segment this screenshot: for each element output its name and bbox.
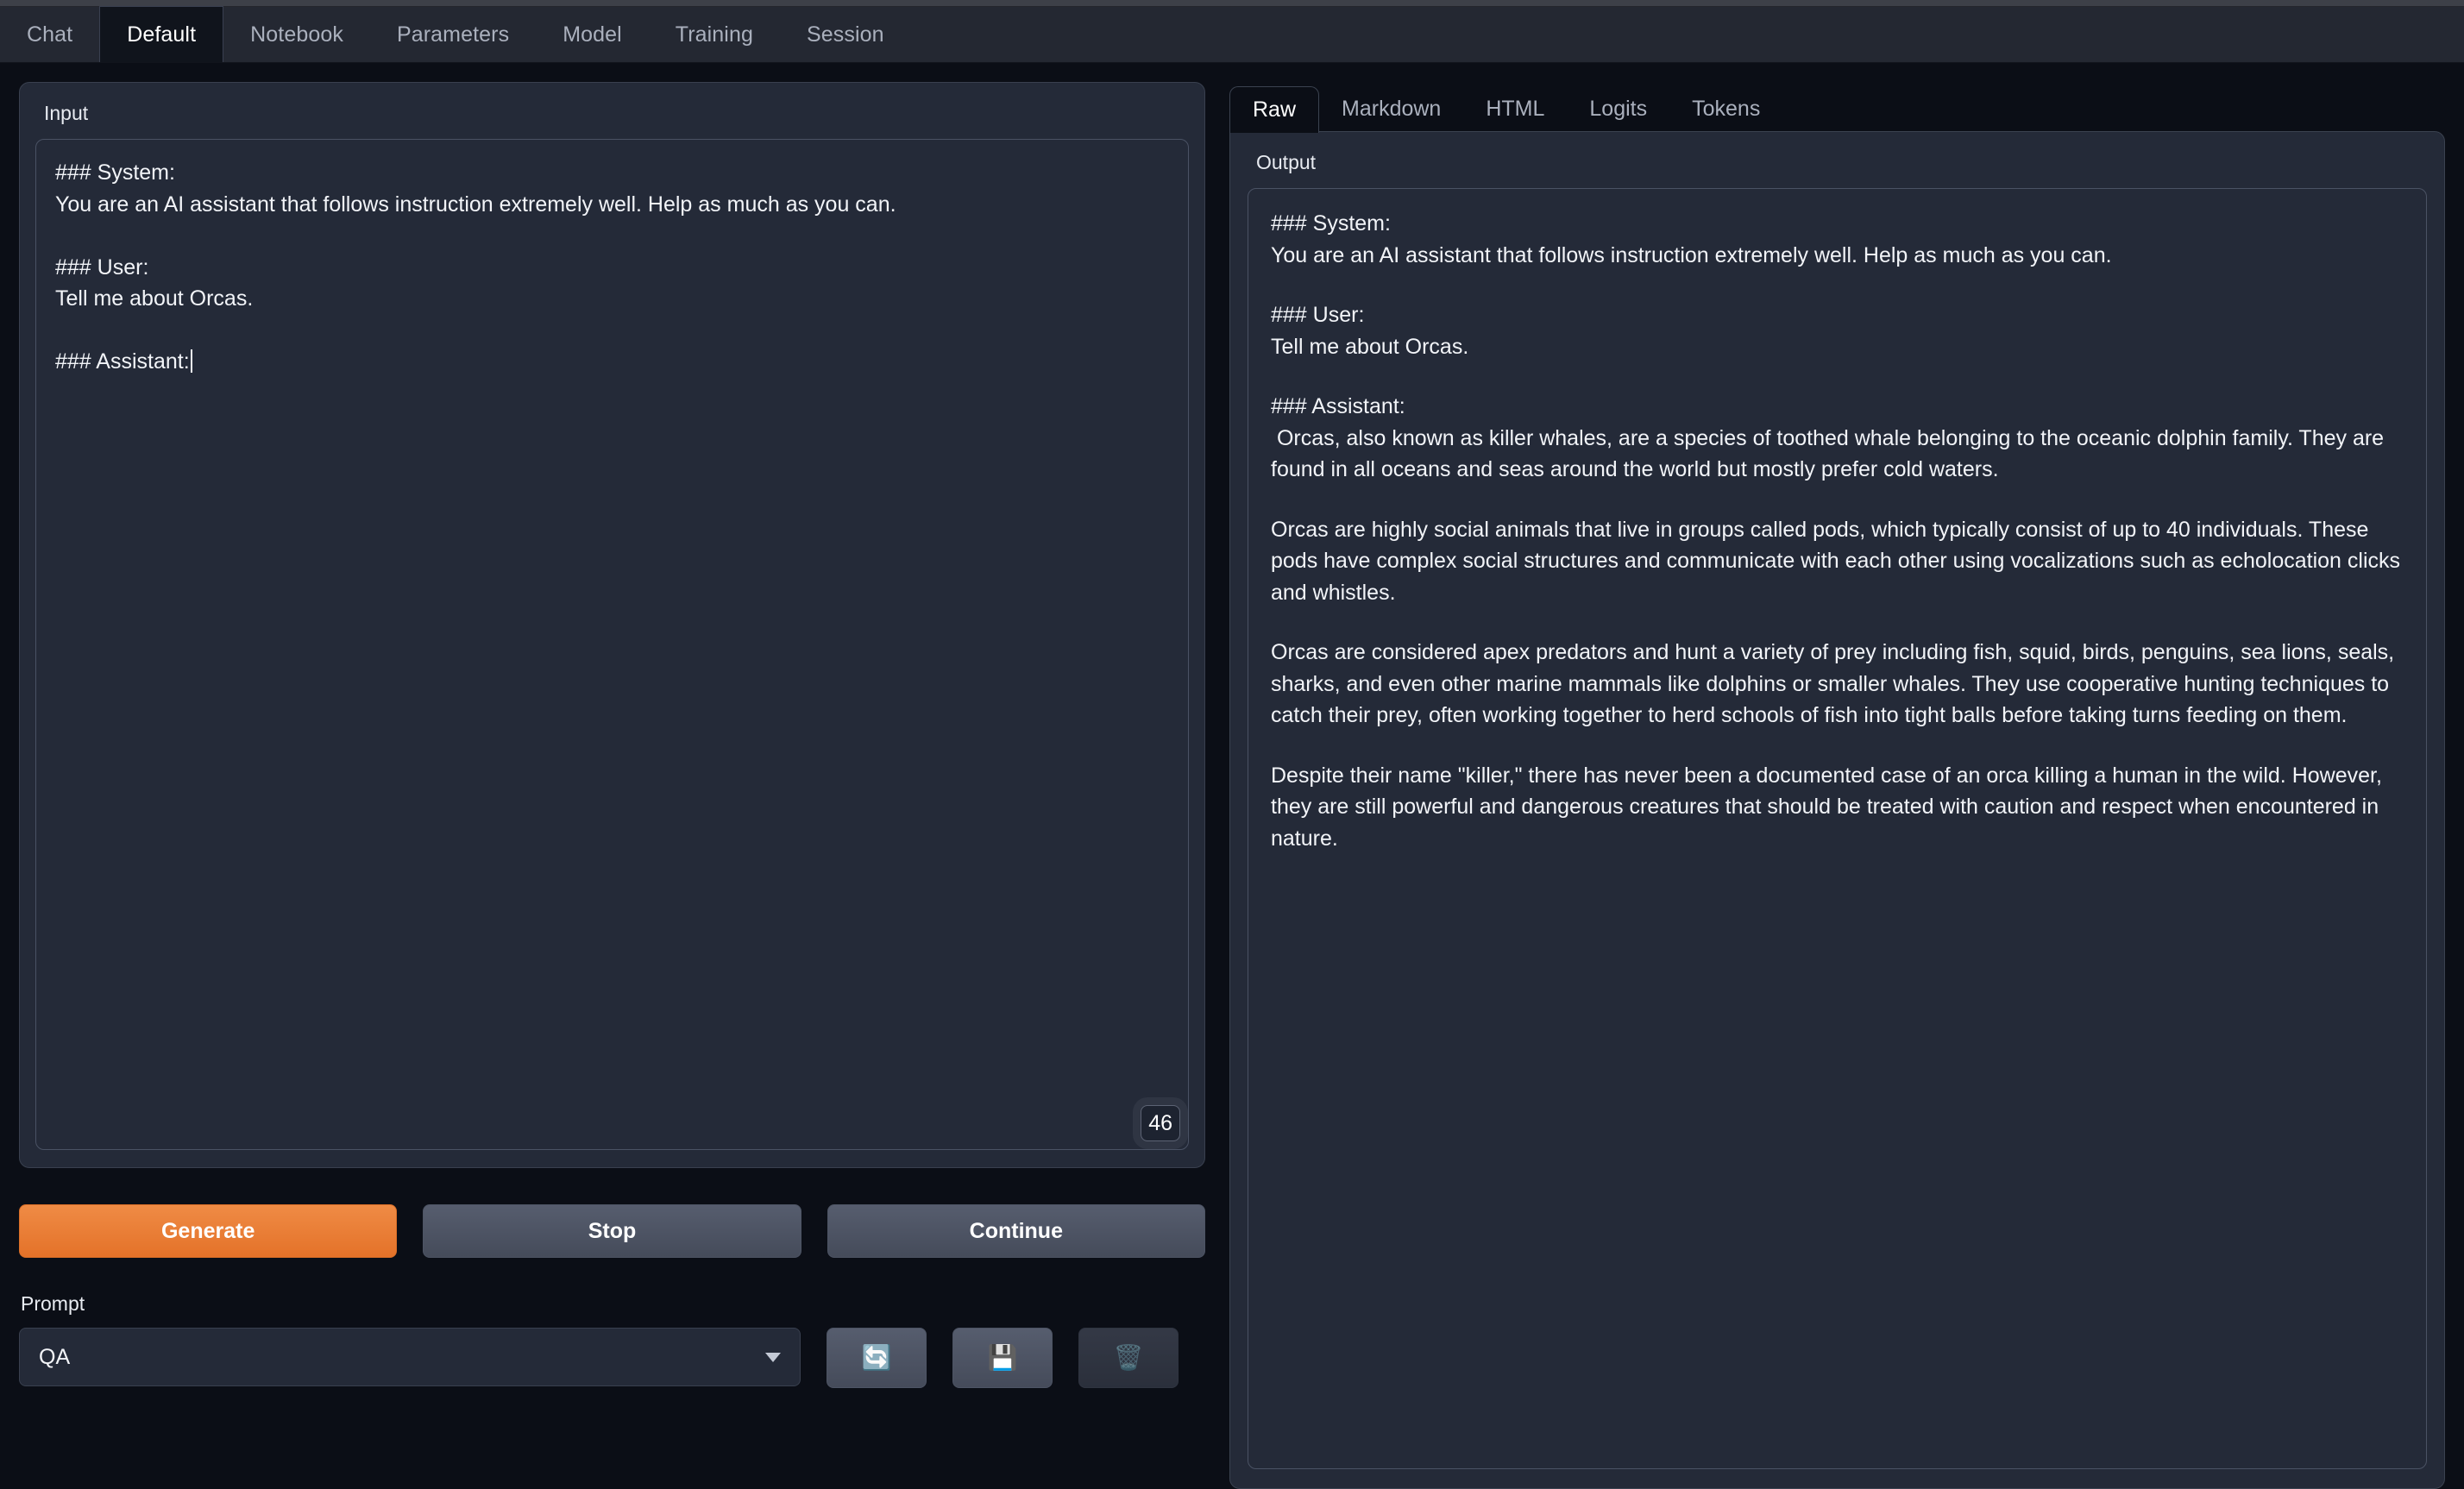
output-panel-label: Output xyxy=(1256,151,1317,173)
output-paragraph: Despite their name "killer," there has n… xyxy=(1271,763,2388,851)
nav-tab-training[interactable]: Training xyxy=(649,7,780,62)
workspace: Input ### System: You are an AI assistan… xyxy=(0,63,2464,1489)
input-textarea-wrapper[interactable]: ### System: You are an AI assistant that… xyxy=(35,139,1189,1150)
continue-button[interactable]: Continue xyxy=(827,1204,1205,1258)
output-tab-raw[interactable]: Raw xyxy=(1229,86,1320,133)
save-prompt-button[interactable]: 💾 xyxy=(952,1328,1053,1388)
text-caret xyxy=(190,349,192,373)
refresh-prompts-button[interactable]: 🔄 xyxy=(827,1328,927,1388)
prompt-dropdown-value: QA xyxy=(39,1344,71,1369)
input-textarea-value: ### System: You are an AI assistant that… xyxy=(55,160,896,374)
chevron-down-icon xyxy=(765,1352,781,1362)
stop-button[interactable]: Stop xyxy=(423,1204,801,1258)
output-textbox[interactable]: ### System: You are an AI assistant that… xyxy=(1248,188,2427,1469)
input-textarea[interactable]: ### System: You are an AI assistant that… xyxy=(36,140,1188,1149)
floppy-disk-icon: 💾 xyxy=(987,1344,1018,1371)
generate-button[interactable]: Generate xyxy=(19,1204,398,1258)
prompt-label: Prompt xyxy=(21,1292,85,1315)
main-tabbar: Chat Default Notebook Parameters Model T… xyxy=(0,6,2464,63)
output-paragraph: ### User: Tell me about Orcas. xyxy=(1271,303,1469,359)
nav-tab-label: Parameters xyxy=(396,22,510,47)
nav-tab-label: Training xyxy=(675,22,753,47)
nav-tab-notebook[interactable]: Notebook xyxy=(223,7,370,62)
output-panel: Output ### System: You are an AI assista… xyxy=(1229,131,2445,1489)
delete-prompt-button[interactable]: 🗑️ xyxy=(1078,1328,1179,1388)
output-tab-label: HTML xyxy=(1486,97,1545,121)
output-tab-label: Tokens xyxy=(1692,97,1761,121)
generation-actions: Generate Stop Continue xyxy=(19,1204,1205,1258)
nav-tab-model[interactable]: Model xyxy=(536,7,649,62)
output-tabstrip: Raw Markdown HTML Logits Tokens xyxy=(1229,82,2445,133)
nav-tab-parameters[interactable]: Parameters xyxy=(370,7,536,62)
output-tab-html[interactable]: HTML xyxy=(1463,98,1567,132)
token-count-badge: 46 xyxy=(1141,1105,1180,1141)
refresh-icon: 🔄 xyxy=(861,1344,892,1371)
prompt-dropdown[interactable]: QA xyxy=(19,1328,801,1386)
output-tab-label: Markdown xyxy=(1342,97,1442,121)
output-paragraph: ### System: You are an AI assistant that… xyxy=(1271,211,2112,267)
output-paragraph: ### Assistant: Orcas, also known as kill… xyxy=(1271,394,2385,481)
output-tab-label: Raw xyxy=(1253,97,1297,122)
nav-tab-label: Default xyxy=(127,22,197,47)
nav-tab-label: Notebook xyxy=(250,22,343,47)
output-paragraph: Orcas are highly social animals that liv… xyxy=(1271,517,2406,605)
prompt-controls: QA 🔄 💾 🗑️ xyxy=(19,1328,1205,1388)
output-tab-label: Logits xyxy=(1589,97,1648,121)
output-tab-tokens[interactable]: Tokens xyxy=(1669,98,1782,132)
input-panel-label: Input xyxy=(44,102,89,124)
nav-tab-chat[interactable]: Chat xyxy=(0,7,99,62)
output-tab-markdown[interactable]: Markdown xyxy=(1319,98,1463,132)
input-panel: Input ### System: You are an AI assistan… xyxy=(19,82,1205,1168)
window-titlebar-strip xyxy=(0,0,2464,7)
trash-icon: 🗑️ xyxy=(1113,1344,1144,1371)
nav-tab-label: Model xyxy=(563,22,622,47)
output-tab-logits[interactable]: Logits xyxy=(1567,98,1669,132)
output-column: Raw Markdown HTML Logits Tokens Output #… xyxy=(1229,82,2445,1489)
nav-tab-default[interactable]: Default xyxy=(99,6,224,62)
output-paragraph: Orcas are considered apex predators and … xyxy=(1271,640,2401,727)
nav-tab-label: Chat xyxy=(27,22,73,47)
input-column: Input ### System: You are an AI assistan… xyxy=(19,82,1205,1489)
nav-tab-label: Session xyxy=(806,22,884,47)
nav-tab-session[interactable]: Session xyxy=(780,7,911,62)
